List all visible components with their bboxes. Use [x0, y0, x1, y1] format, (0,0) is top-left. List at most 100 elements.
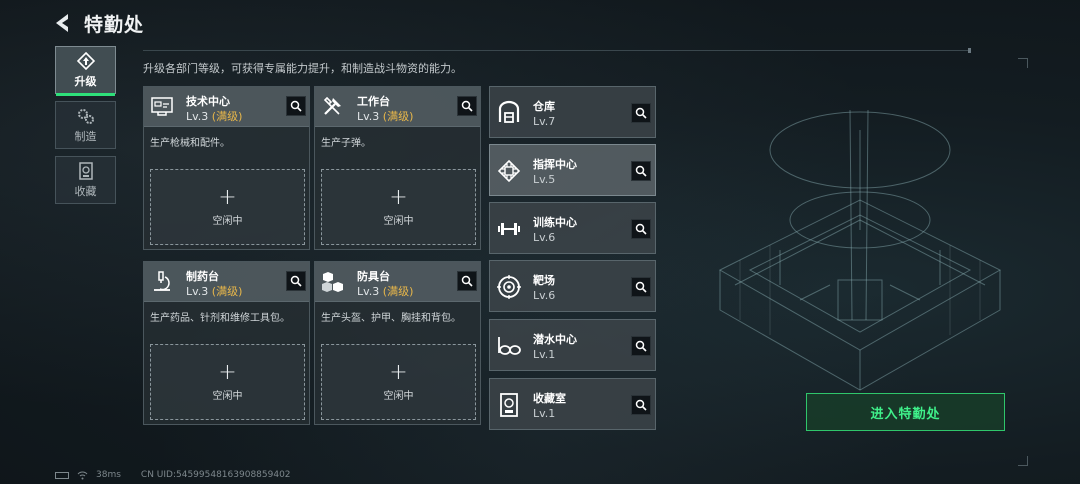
enter-button[interactable]: 进入特勤处	[806, 393, 1005, 431]
search-button[interactable]	[286, 271, 306, 291]
plus-icon: +	[218, 184, 237, 210]
wifi-icon	[77, 471, 88, 479]
card-name: 防具台	[357, 270, 390, 283]
search-icon	[290, 100, 302, 112]
card-header: 制药台 Lv.3 (满级)	[144, 262, 309, 302]
search-icon	[290, 275, 302, 287]
room-collection-room[interactable]: 收藏室 Lv.1	[489, 378, 656, 430]
collection-icon	[78, 161, 93, 180]
search-button[interactable]	[286, 96, 306, 116]
diving-mask-icon	[498, 337, 521, 355]
card-armor-bench[interactable]: 防具台 Lv.3 (满级) 生产头盔、护甲、胸挂和背包。 + 空闲中	[314, 261, 481, 425]
tab-upgrade[interactable]: 升级	[55, 46, 116, 96]
room-name: 仓库	[533, 100, 555, 113]
room-level: Lv.7	[533, 115, 556, 128]
search-icon	[461, 100, 473, 112]
idle-slot[interactable]: + 空闲中	[321, 344, 476, 420]
tools-icon	[323, 96, 341, 115]
card-level: Lv.3 (满级)	[357, 110, 414, 123]
card-level: Lv.3 (满级)	[186, 285, 243, 298]
chip-icon	[497, 159, 521, 183]
warehouse-icon	[498, 100, 520, 123]
base-hologram-illustration	[718, 109, 1002, 391]
card-name: 工作台	[357, 95, 390, 108]
idle-label: 空闲中	[383, 390, 414, 402]
tech-center-icon	[151, 97, 173, 116]
battery-icon	[55, 471, 69, 479]
card-pharmacy[interactable]: 制药台 Lv.3 (满级) 生产药品、针剂和维修工具包。 + 空闲中	[143, 261, 310, 425]
idle-slot[interactable]: + 空闲中	[150, 344, 305, 420]
plus-icon: +	[389, 359, 408, 385]
card-header: 工作台 Lv.3 (满级)	[315, 87, 480, 127]
search-button[interactable]	[457, 96, 477, 116]
tab-upgrade-label: 升级	[74, 74, 97, 88]
search-icon	[635, 223, 647, 235]
gears-icon	[77, 108, 94, 124]
room-name: 潜水中心	[533, 333, 577, 346]
plus-icon: +	[218, 359, 237, 385]
search-button[interactable]	[631, 161, 651, 181]
room-name: 靶场	[533, 274, 555, 287]
search-icon	[635, 340, 647, 352]
dumbbell-icon	[498, 223, 520, 235]
card-level: Lv.3 (满级)	[357, 285, 414, 298]
card-description: 生产药品、针剂和维修工具包。	[150, 313, 290, 324]
room-diving-center[interactable]: 潜水中心 Lv.1	[489, 319, 656, 371]
page-title: 特勤处	[84, 13, 145, 36]
card-tech-center[interactable]: 技术中心 Lv.3 (满级) 生产枪械和配件。 + 空闲中	[143, 86, 310, 250]
divider-tick	[968, 48, 971, 53]
card-header: 技术中心 Lv.3 (满级)	[144, 87, 309, 127]
card-description: 生产头盔、护甲、胸挂和背包。	[321, 313, 461, 324]
ping-label: 38ms	[96, 470, 121, 480]
room-training-center[interactable]: 训练中心 Lv.6	[489, 202, 656, 254]
tab-craft-label: 制造	[74, 129, 97, 143]
room-warehouse[interactable]: 仓库 Lv.7	[489, 86, 656, 138]
search-button[interactable]	[631, 219, 651, 239]
room-level: Lv.1	[533, 348, 556, 361]
armor-icon	[322, 272, 343, 292]
tab-collection-label: 收藏	[74, 184, 97, 198]
idle-slot[interactable]: + 空闲中	[321, 169, 476, 245]
upgrade-icon	[76, 51, 95, 70]
back-arrow-icon[interactable]	[52, 12, 74, 34]
tab-craft[interactable]: 制造	[55, 101, 116, 149]
room-name: 收藏室	[533, 392, 566, 405]
collection-room-icon	[500, 393, 518, 417]
search-button[interactable]	[631, 103, 651, 123]
idle-label: 空闲中	[383, 215, 414, 227]
card-description: 生产枪械和配件。	[150, 138, 230, 149]
status-bar: 38ms CN UID:5459954816390885940​2	[55, 468, 291, 482]
search-icon	[461, 275, 473, 287]
target-icon	[497, 275, 521, 299]
card-workbench[interactable]: 工作台 Lv.3 (满级) 生产子弹。 + 空闲中	[314, 86, 481, 250]
room-shooting-range[interactable]: 靶场 Lv.6	[489, 260, 656, 312]
card-name: 技术中心	[186, 95, 230, 108]
card-level: Lv.3 (满级)	[186, 110, 243, 123]
room-name: 指挥中心	[533, 158, 577, 171]
room-level: Lv.6	[533, 289, 556, 302]
search-button[interactable]	[457, 271, 477, 291]
search-icon	[635, 281, 647, 293]
idle-slot[interactable]: + 空闲中	[150, 169, 305, 245]
frame-corner	[1018, 456, 1028, 466]
room-level: Lv.5	[533, 173, 556, 186]
search-icon	[635, 399, 647, 411]
uid-label: CN UID:5459954816390885940​2	[140, 470, 291, 480]
search-icon	[635, 107, 647, 119]
search-button[interactable]	[631, 395, 651, 415]
page-description: 升级各部门等级，可获得专属能力提升，和制造战斗物资的能力。	[143, 62, 462, 75]
room-level: Lv.6	[533, 231, 556, 244]
card-description: 生产子弹。	[321, 138, 371, 149]
divider-line	[143, 50, 970, 51]
room-command-center[interactable]: 指挥中心 Lv.5	[489, 144, 656, 196]
room-level: Lv.1	[533, 407, 556, 420]
search-button[interactable]	[631, 277, 651, 297]
idle-label: 空闲中	[212, 390, 243, 402]
idle-label: 空闲中	[212, 215, 243, 227]
plus-icon: +	[389, 184, 408, 210]
header: 特勤处	[52, 8, 144, 38]
search-button[interactable]	[631, 336, 651, 356]
card-header: 防具台 Lv.3 (满级)	[315, 262, 480, 302]
microscope-icon	[154, 271, 170, 291]
tab-collection[interactable]: 收藏	[55, 156, 116, 204]
